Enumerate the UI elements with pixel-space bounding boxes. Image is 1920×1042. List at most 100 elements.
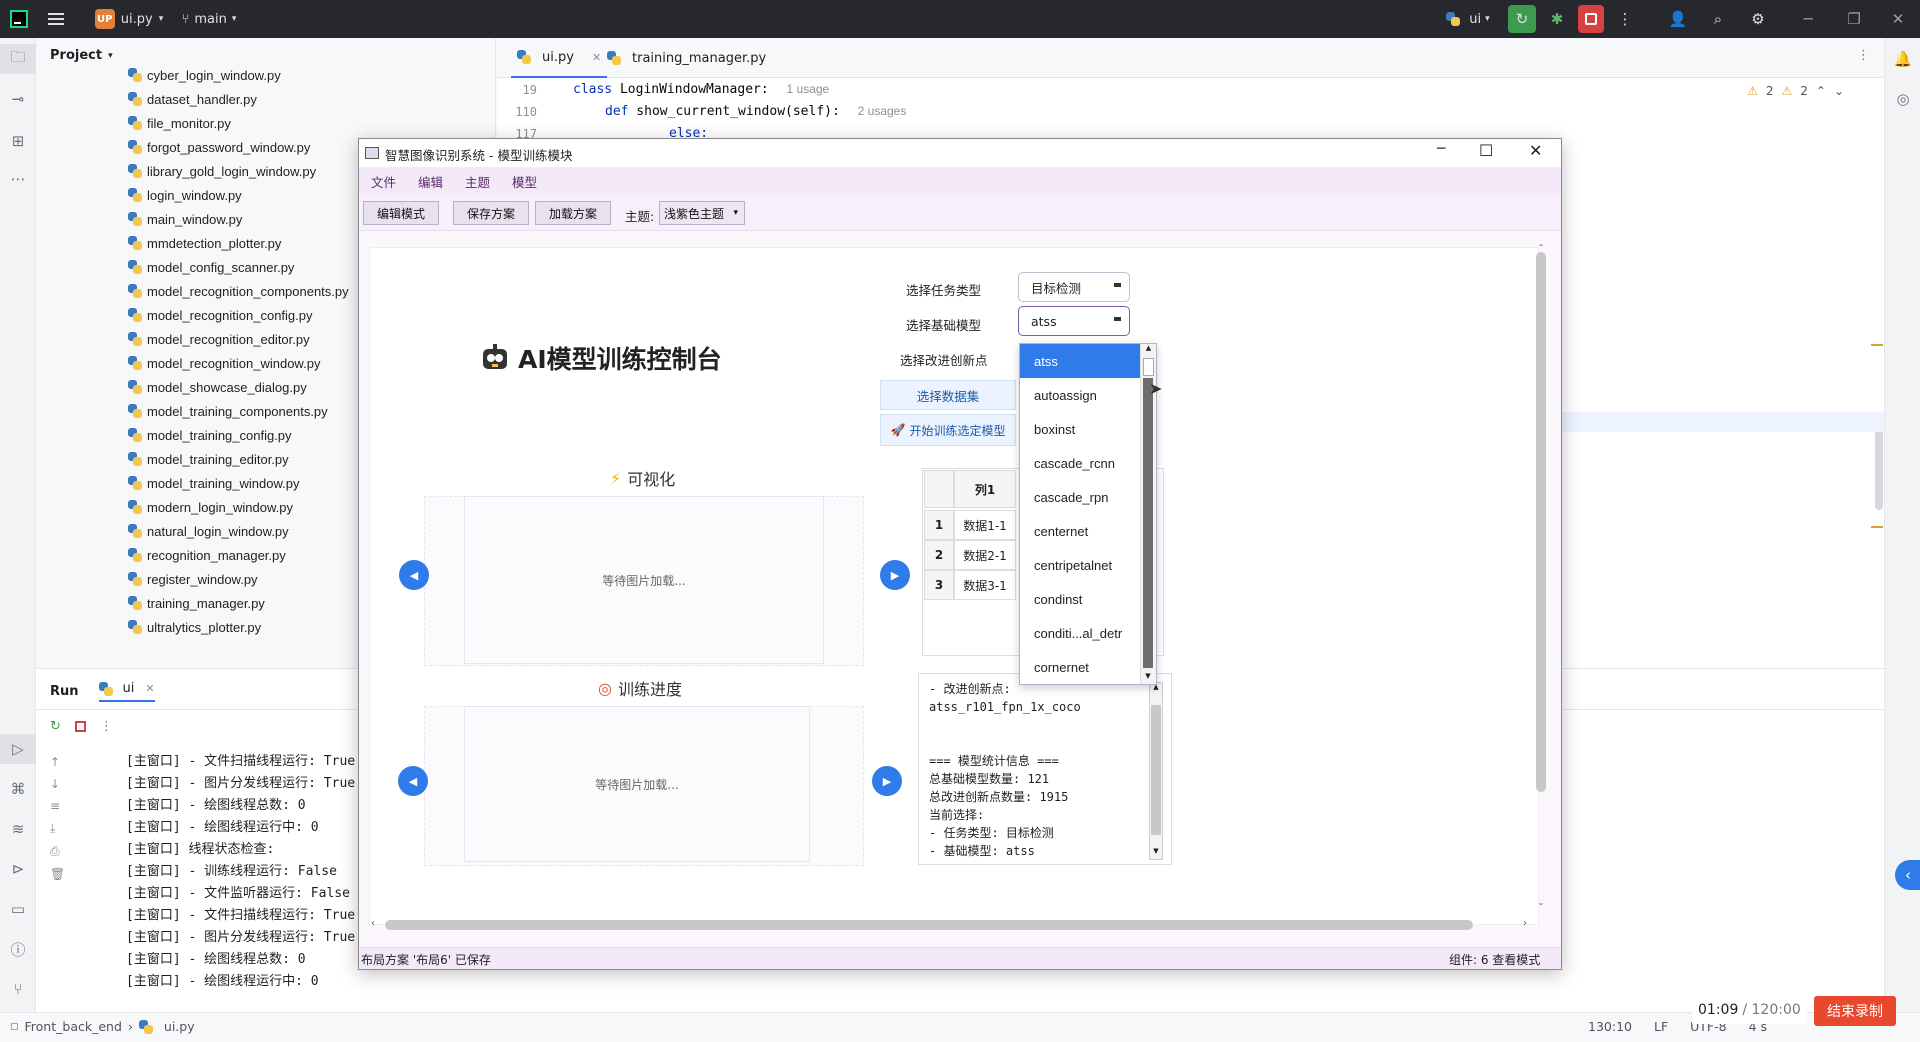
menu-file[interactable]: 文件 <box>371 172 396 191</box>
editor-scrollbar[interactable] <box>1875 430 1883 510</box>
file-tree-item[interactable]: model_training_components.py <box>128 400 328 422</box>
dropdown-option[interactable]: centripetalnet <box>1020 548 1140 582</box>
window-scroll-thumb[interactable] <box>1536 252 1546 792</box>
services-tool-button[interactable]: ⊳ <box>0 854 36 884</box>
soft-wrap-icon[interactable]: ≡ <box>50 799 65 813</box>
save-scheme-button[interactable]: 保存方案 <box>453 201 529 225</box>
commit-tool-button[interactable]: ⊸ <box>0 84 36 114</box>
app-close-button[interactable]: ✕ <box>1529 141 1542 160</box>
file-tree-item[interactable]: natural_login_window.py <box>128 520 289 542</box>
scroll-left-icon[interactable]: ‹ <box>371 918 375 929</box>
notifications-button[interactable]: 🔔 <box>1885 44 1920 74</box>
file-tree-item[interactable]: model_training_config.py <box>128 424 292 446</box>
table-cell[interactable]: 数据1-1 <box>954 510 1016 540</box>
dropdown-option[interactable]: conditi...al_detr <box>1020 616 1140 650</box>
settings-button[interactable]: ⚙ <box>1744 0 1772 38</box>
more-vertical-icon[interactable]: ⋮ <box>100 719 113 734</box>
file-tree-item[interactable]: dataset_handler.py <box>128 88 257 110</box>
restore-window-button[interactable]: ❐ <box>1836 0 1872 38</box>
file-tree-item[interactable]: training_manager.py <box>128 592 265 614</box>
file-tree-item[interactable]: recognition_manager.py <box>128 544 286 566</box>
start-training-button[interactable]: 🚀 开始训练选定模型 <box>880 414 1016 446</box>
run-config-selector[interactable]: ui ▾ <box>1442 0 1494 38</box>
stop-icon[interactable] <box>74 721 86 732</box>
log-scroll-thumb[interactable] <box>1151 705 1161 835</box>
scroll-right-icon[interactable]: › <box>1523 918 1527 929</box>
window-horizontal-scrollbar[interactable]: ‹ › <box>369 917 1529 933</box>
menu-edit[interactable]: 编辑 <box>418 172 443 191</box>
prev-image-button[interactable]: ◀ <box>399 560 429 590</box>
base-model-combo[interactable]: atss <box>1018 306 1130 336</box>
python-console-button[interactable]: ⌘ <box>0 774 36 804</box>
run-tool-button[interactable]: ▷ <box>0 734 36 764</box>
side-collapse-button[interactable]: ‹ <box>1895 860 1920 890</box>
file-tree-item[interactable]: file_monitor.py <box>128 112 231 134</box>
dropdown-option[interactable]: cascade_rcnn <box>1020 446 1140 480</box>
file-tree-item[interactable]: model_training_editor.py <box>128 448 289 470</box>
tab-options-button[interactable]: ⋮ <box>1857 48 1870 63</box>
more-actions-button[interactable]: ⋮ <box>1612 0 1638 38</box>
load-scheme-button[interactable]: 加载方案 <box>535 201 611 225</box>
file-tree-item[interactable]: library_gold_login_window.py <box>128 160 316 182</box>
file-tree-item[interactable]: model_recognition_components.py <box>128 280 349 302</box>
dropdown-option[interactable]: cascade_rpn <box>1020 480 1140 514</box>
ai-assistant-button[interactable]: ◎ <box>1885 84 1920 114</box>
project-selector[interactable]: UP ui.py ▾ <box>84 0 174 38</box>
caret-position[interactable]: 130:10 <box>1588 1019 1632 1034</box>
stop-button[interactable] <box>1578 5 1604 33</box>
rerun-button[interactable]: ↻ <box>1508 5 1536 33</box>
table-cell[interactable]: 数据3-1 <box>954 570 1016 600</box>
select-dataset-button[interactable]: 选择数据集 <box>880 380 1016 410</box>
dropdown-scroll-track[interactable] <box>1143 378 1153 668</box>
main-menu-icon[interactable] <box>44 0 68 38</box>
chevron-up-icon[interactable]: ⌃ <box>1816 84 1826 98</box>
arrow-down-icon[interactable]: ↓ <box>50 777 65 791</box>
window-vertical-scrollbar[interactable]: ⌃ ⌄ <box>1533 243 1549 907</box>
tab-ui-py[interactable]: ui.py ✕ <box>511 38 608 78</box>
file-tree-item[interactable]: model_training_window.py <box>128 472 299 494</box>
horizontal-scroll-thumb[interactable] <box>385 920 1473 930</box>
file-tree-item[interactable]: register_window.py <box>128 568 258 590</box>
project-pane-header[interactable]: Project ▾ <box>50 48 113 63</box>
scroll-up-icon[interactable]: ⌃ <box>1533 243 1549 252</box>
menu-theme[interactable]: 主题 <box>465 172 490 191</box>
scroll-to-end-icon[interactable]: ⤓ <box>50 821 65 836</box>
usage-hint[interactable]: 1 usage <box>787 82 830 96</box>
rerun-icon[interactable]: ↻ <box>50 719 61 734</box>
file-tree-item[interactable]: model_recognition_editor.py <box>128 328 310 350</box>
file-tree-item[interactable]: cyber_login_window.py <box>128 64 281 86</box>
chevron-down-icon[interactable]: ⌄ <box>1834 84 1844 98</box>
debug-button[interactable]: ✱ <box>1544 0 1570 38</box>
log-panel[interactable]: - 改进创新点: atss_r101_fpn_1x_coco === 模型统计信息 … <box>918 673 1172 865</box>
line-separator[interactable]: LF <box>1654 1019 1668 1034</box>
base-model-dropdown[interactable]: atss autoassign boxinst cascade_rcnn cascade… <box>1019 343 1157 685</box>
log-scrollbar[interactable]: ▲ ▼ <box>1149 682 1163 860</box>
scroll-down-icon[interactable]: ⌄ <box>1533 898 1549 907</box>
arrow-up-icon[interactable]: ↑ <box>50 755 65 769</box>
file-tree-item[interactable]: model_config_scanner.py <box>128 256 294 278</box>
minimize-window-button[interactable]: ─ <box>1790 0 1826 38</box>
dropdown-option[interactable]: centernet <box>1020 514 1140 548</box>
scroll-down-icon[interactable]: ▼ <box>1141 672 1155 684</box>
usage-hint[interactable]: 2 usages <box>858 104 907 118</box>
close-window-button[interactable]: ✕ <box>1880 0 1916 38</box>
tab-training-manager[interactable]: training_manager.py <box>601 38 772 78</box>
file-tree-item[interactable]: forgot_password_window.py <box>128 136 310 158</box>
search-button[interactable]: ⌕ <box>1704 0 1732 38</box>
table-header-cell[interactable]: 列1 <box>954 470 1016 508</box>
terminal-tool-button[interactable]: ▭ <box>0 894 36 924</box>
task-type-combo[interactable]: 目标检测 <box>1018 272 1130 302</box>
dropdown-option[interactable]: boxinst <box>1020 412 1140 446</box>
next-progress-button[interactable]: ▶ <box>872 766 902 796</box>
dropdown-scroll-thumb[interactable] <box>1143 358 1154 376</box>
file-tree-item[interactable]: model_recognition_config.py <box>128 304 313 326</box>
file-tree-item[interactable]: modern_login_window.py <box>128 496 293 518</box>
branch-selector[interactable]: ⑂ main ▾ <box>174 0 244 38</box>
scroll-down-icon[interactable]: ▼ <box>1150 847 1162 859</box>
trash-icon[interactable]: 🗑 <box>50 867 65 881</box>
layers-tool-button[interactable]: ≋ <box>0 814 36 844</box>
table-cell[interactable]: 数据2-1 <box>954 540 1016 570</box>
print-icon[interactable]: ⎙ <box>50 844 65 859</box>
breadcrumb-root[interactable]: Front_back_end <box>25 1019 122 1034</box>
project-tool-button[interactable]: 🗀 <box>0 44 36 74</box>
